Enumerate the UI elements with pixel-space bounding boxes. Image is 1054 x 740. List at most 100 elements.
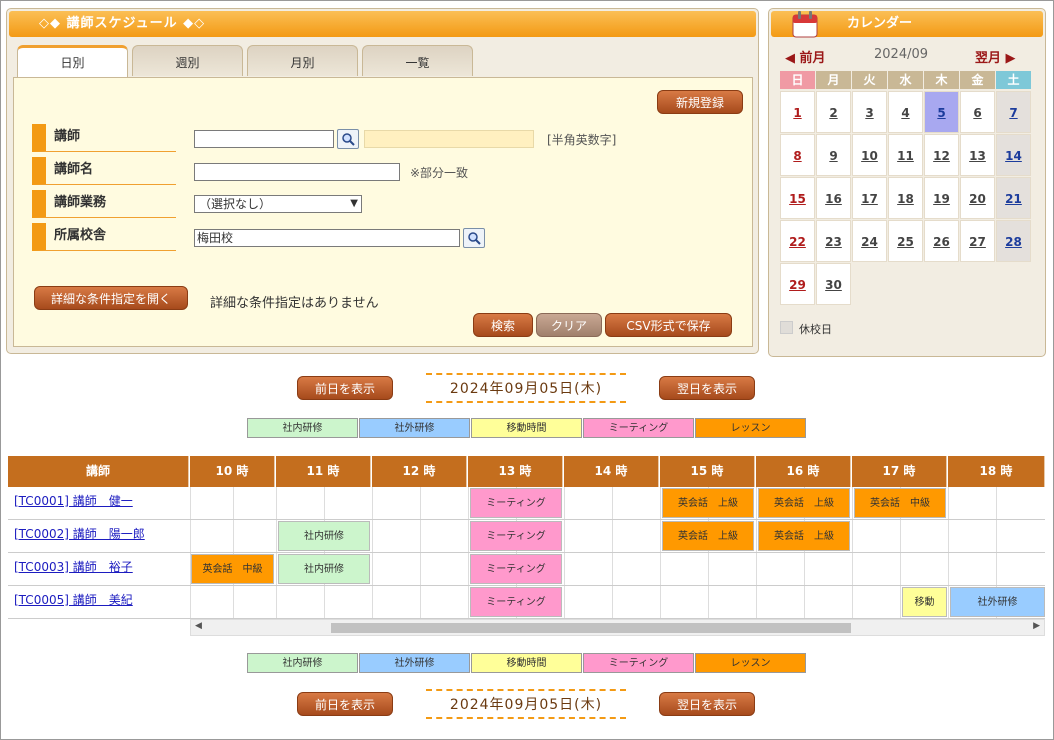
weekday-header: 日 [780, 71, 815, 89]
calendar-day[interactable]: 30 [816, 263, 851, 305]
weekday-header: 金 [960, 71, 995, 89]
schedule-event[interactable]: ミーティング [470, 521, 562, 551]
column-header-hour: 15 時 [660, 456, 755, 487]
schedule-table: 講師 10 時 11 時 12 時 13 時 14 時 15 時 16 時 17 時 18 時 [T… [8, 456, 1045, 620]
calendar-day[interactable]: 7 [996, 91, 1031, 133]
calendar-day[interactable]: 17 [852, 177, 887, 219]
legend-item: 社外研修 [359, 653, 470, 673]
schedule-event[interactable]: 英会話 上級 [662, 521, 754, 551]
calendar-day[interactable]: 9 [816, 134, 851, 176]
next-day-button[interactable]: 翌日を表示 [659, 376, 755, 400]
schedule-event[interactable]: 社内研修 [278, 521, 370, 551]
weekday-header: 水 [888, 71, 923, 89]
calendar-day[interactable]: 21 [996, 177, 1031, 219]
schedule-event[interactable]: ミーティング [470, 587, 562, 617]
calendar-day[interactable]: 26 [924, 220, 959, 262]
partial-match-hint: ※部分一致 [410, 166, 469, 180]
calendar-day[interactable]: 15 [780, 177, 815, 219]
calendar-day[interactable]: 4 [888, 91, 923, 133]
prev-day-button[interactable]: 前日を表示 [297, 376, 393, 400]
search-panel: ◇◆ 講師スケジュール ◆◇ 日別 週別 月別 一覧 新規登録 講師 [半角英数… [6, 8, 759, 354]
calendar-title: カレンダー [771, 11, 1043, 38]
column-header-hour: 16 時 [756, 456, 851, 487]
calendar-day[interactable]: 28 [996, 220, 1031, 262]
row-instructor: 講師 [半角英数字] [32, 124, 732, 154]
calendar-day[interactable]: 24 [852, 220, 887, 262]
schedule-event[interactable]: 英会話 上級 [758, 521, 850, 551]
instructor-name-input[interactable] [194, 163, 400, 181]
column-header-instructor: 講師 [8, 456, 189, 487]
calendar-day[interactable]: 10 [852, 134, 887, 176]
legend-item: 社内研修 [247, 418, 358, 438]
schedule-event[interactable]: 英会話 上級 [758, 488, 850, 518]
prev-month-link[interactable]: ◀ 前月 [785, 47, 826, 66]
calendar-day[interactable]: 25 [888, 220, 923, 262]
schedule-event[interactable]: ミーティング [470, 488, 562, 518]
scroll-left-icon[interactable]: ◀ [195, 621, 202, 631]
next-day-button-bottom[interactable]: 翌日を表示 [659, 692, 755, 716]
calendar-nav: ◀ 前月 2024/09 翌月 ▶ [779, 47, 1037, 66]
next-month-link[interactable]: 翌月 ▶ [975, 47, 1016, 66]
schedule-event[interactable]: 社外研修 [950, 587, 1045, 617]
calendar-day[interactable]: 20 [960, 177, 995, 219]
schedule-event[interactable]: 社内研修 [278, 554, 370, 584]
school-input[interactable]: 梅田校 [194, 229, 460, 247]
tab-monthly[interactable]: 月別 [247, 45, 358, 76]
legend-item: 移動時間 [471, 653, 582, 673]
schedule-event[interactable]: 移動 [902, 587, 947, 617]
instructor-link[interactable]: [TC0002] 講師 陽一郎 [14, 520, 145, 553]
new-register-button[interactable]: 新規登録 [657, 90, 743, 114]
calendar-panel: カレンダー ◀ 前月 2024/09 翌月 ▶ 日月火水木金土123456789… [768, 8, 1046, 357]
clear-button[interactable]: クリア [536, 313, 602, 337]
instructor-code-input[interactable] [194, 130, 334, 148]
search-button[interactable]: 検索 [473, 313, 533, 337]
row-instructor-name: 講師名 ※部分一致 [32, 157, 732, 187]
calendar-day[interactable]: 13 [960, 134, 995, 176]
calendar-day[interactable]: 14 [996, 134, 1031, 176]
weekday-header: 木 [924, 71, 959, 89]
instructor-link[interactable]: [TC0003] 講師 裕子 [14, 553, 133, 586]
scrollbar-thumb[interactable] [331, 623, 851, 633]
calendar-day[interactable]: 23 [816, 220, 851, 262]
schedule-event[interactable]: 英会話 中級 [854, 488, 946, 518]
holiday-legend-text: 休校日 [799, 323, 832, 336]
calendar-day[interactable]: 18 [888, 177, 923, 219]
calendar-day[interactable]: 11 [888, 134, 923, 176]
weekday-header: 土 [996, 71, 1031, 89]
legend-item: 移動時間 [471, 418, 582, 438]
calendar-day[interactable]: 27 [960, 220, 995, 262]
detail-conditions-button[interactable]: 詳細な条件指定を開く [34, 286, 188, 310]
instructor-link[interactable]: [TC0001] 講師 健一 [14, 487, 133, 520]
weekday-header: 火 [852, 71, 887, 89]
calendar-day[interactable]: 19 [924, 177, 959, 219]
instructor-name-display [364, 130, 534, 148]
calendar-day[interactable]: 12 [924, 134, 959, 176]
scroll-right-icon[interactable]: ▶ [1033, 621, 1040, 631]
calendar-day[interactable]: 22 [780, 220, 815, 262]
schedule-event[interactable]: 英会話 中級 [191, 554, 274, 584]
calendar-day[interactable]: 3 [852, 91, 887, 133]
calendar-day[interactable]: 1 [780, 91, 815, 133]
calendar-day[interactable]: 29 [780, 263, 815, 305]
calendar-day[interactable]: 2 [816, 91, 851, 133]
legend-item: ミーティング [583, 418, 694, 438]
schedule-event[interactable]: 英会話 上級 [662, 488, 754, 518]
tab-weekly[interactable]: 週別 [132, 45, 243, 76]
duty-select[interactable]: （選択なし） ▼ [194, 195, 362, 213]
csv-save-button[interactable]: CSV形式で保存 [605, 313, 732, 337]
calendar-day[interactable]: 5 [924, 91, 959, 133]
legend-item: レッスン [695, 418, 806, 438]
schedule-event[interactable]: ミーティング [470, 554, 562, 584]
calendar-day[interactable]: 16 [816, 177, 851, 219]
search-form: 新規登録 講師 [半角英数字] 講師名 ※部分一致 講師業務 （選択なし） ▼ … [13, 77, 753, 347]
search-icon[interactable] [463, 228, 485, 248]
tab-daily[interactable]: 日別 [17, 45, 128, 77]
calendar-day[interactable]: 8 [780, 134, 815, 176]
prev-day-button-bottom[interactable]: 前日を表示 [297, 692, 393, 716]
legend-item: 社外研修 [359, 418, 470, 438]
instructor-link[interactable]: [TC0005] 講師 美紀 [14, 586, 133, 619]
search-icon[interactable] [337, 129, 359, 149]
horizontal-scrollbar[interactable]: ◀ ▶ [190, 619, 1045, 636]
calendar-day[interactable]: 6 [960, 91, 995, 133]
tab-list[interactable]: 一覧 [362, 45, 473, 76]
